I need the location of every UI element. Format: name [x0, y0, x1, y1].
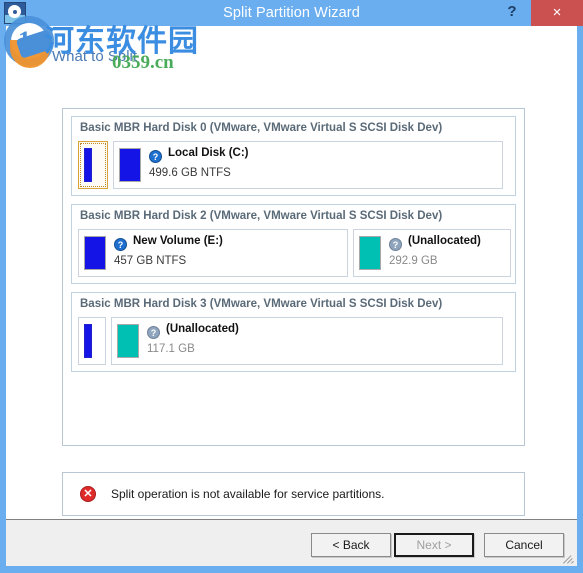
partition-color-bar [84, 148, 92, 182]
partition-size: 292.9 GB [389, 255, 438, 267]
cancel-button[interactable]: Cancel [484, 533, 564, 557]
partition-question-icon: ? [149, 150, 162, 163]
button-bar: < Back Next > Cancel [6, 519, 577, 566]
partition-color-bar [119, 148, 141, 182]
resize-grip[interactable] [562, 552, 574, 564]
disk-list-container[interactable]: Basic MBR Hard Disk 0 (VMware, VMware Vi… [62, 108, 525, 446]
dialog-body: What to Split Basic MBR Hard Disk 0 (VMw… [6, 26, 577, 566]
help-button[interactable]: ? [497, 0, 527, 26]
next-button: Next > [394, 533, 474, 557]
partition-size: 117.1 GB [147, 343, 195, 355]
partition-color-bar [359, 236, 381, 270]
disk-panel-title: Basic MBR Hard Disk 3 (VMware, VMware Vi… [80, 298, 443, 310]
error-circle-icon: ✕ [80, 486, 96, 502]
partition-color-bar [84, 236, 106, 270]
partition-question-icon: ? [147, 326, 160, 339]
close-button[interactable]: × [531, 0, 583, 26]
window-title: Split Partition Wizard [223, 5, 360, 21]
partition-label: New Volume (E:) [133, 235, 223, 247]
disk-panel: Basic MBR Hard Disk 2 (VMware, VMware Vi… [71, 204, 516, 284]
partition-label: (Unallocated) [408, 235, 481, 247]
disk-panel: Basic MBR Hard Disk 0 (VMware, VMware Vi… [71, 116, 516, 196]
disk-panel: Basic MBR Hard Disk 3 (VMware, VMware Vi… [71, 292, 516, 372]
partition-question-icon: ? [389, 238, 402, 251]
back-button[interactable]: < Back [311, 533, 391, 557]
partition-size: 499.6 GB NTFS [149, 167, 231, 179]
partition-volume[interactable]: ? Local Disk (C:) 499.6 GB NTFS [113, 141, 503, 189]
partition-unallocated[interactable]: ? (Unallocated) 292.9 GB [353, 229, 511, 277]
wizard-header: What to Split [6, 26, 577, 92]
disk-panel-title: Basic MBR Hard Disk 2 (VMware, VMware Vi… [80, 210, 443, 222]
error-message-box: ✕ Split operation is not available for s… [62, 472, 525, 516]
title-bar: Split Partition Wizard ? × [0, 0, 583, 26]
partition-question-icon: ? [114, 238, 127, 251]
split-partition-wizard-window: Split Partition Wizard ? × What to Split… [0, 0, 583, 573]
partition-color-bar [117, 324, 139, 358]
disk-panel-title: Basic MBR Hard Disk 0 (VMware, VMware Vi… [80, 122, 443, 134]
partition-color-bar [84, 324, 92, 358]
partition-row: ? New Volume (E:) 457 GB NTFS? (Unallocated… [78, 229, 511, 277]
error-message-text: Split operation is not available for ser… [111, 487, 385, 501]
partition-volume[interactable]: ? New Volume (E:) 457 GB NTFS [78, 229, 348, 277]
page-title: What to Split [52, 48, 138, 65]
partition-label: Local Disk (C:) [168, 147, 249, 159]
partition-unallocated[interactable]: ? (Unallocated) 117.1 GB [111, 317, 503, 365]
partition-row: ? Local Disk (C:) 499.6 GB NTFS [78, 141, 509, 189]
partition-size: 457 GB NTFS [114, 255, 187, 267]
partition-service[interactable] [78, 141, 108, 189]
partition-service[interactable] [78, 317, 106, 365]
partition-label: (Unallocated) [166, 323, 239, 335]
partition-row: ? (Unallocated) 117.1 GB [78, 317, 509, 365]
